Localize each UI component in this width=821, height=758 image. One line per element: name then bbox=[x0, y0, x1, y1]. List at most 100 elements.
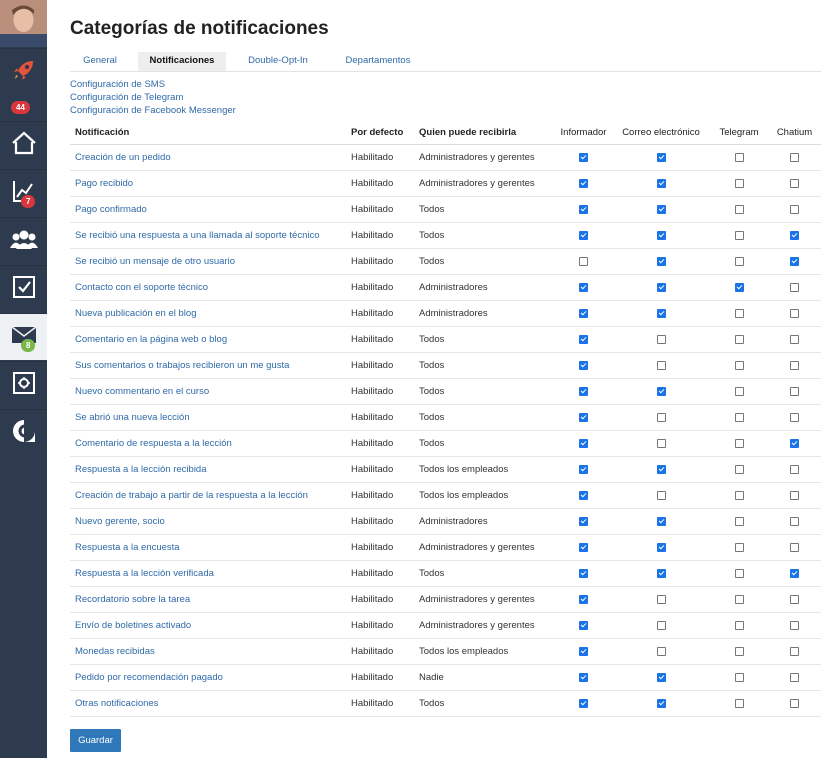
chatium-checkbox[interactable] bbox=[790, 282, 799, 292]
informer-checkbox[interactable] bbox=[579, 646, 588, 656]
informer-checkbox[interactable] bbox=[579, 516, 588, 526]
chatium-checkbox[interactable] bbox=[790, 178, 799, 188]
informer-checkbox[interactable] bbox=[579, 386, 588, 396]
tab-departments[interactable]: Departamentos bbox=[332, 52, 424, 71]
telegram-checkbox[interactable] bbox=[734, 386, 744, 396]
tab-general[interactable]: General bbox=[75, 52, 125, 71]
telegram-checkbox[interactable] bbox=[734, 308, 744, 318]
sidebar-item-tasks[interactable] bbox=[0, 265, 47, 312]
notification-name[interactable]: Se abrió una nueva lección bbox=[70, 404, 346, 431]
telegram-checkbox[interactable] bbox=[734, 620, 744, 630]
sms-config-link[interactable]: Configuración de SMS bbox=[70, 79, 165, 90]
email-checkbox[interactable] bbox=[656, 516, 666, 526]
informer-checkbox[interactable] bbox=[579, 542, 588, 552]
chatium-checkbox[interactable] bbox=[790, 490, 799, 500]
telegram-checkbox[interactable] bbox=[734, 230, 744, 240]
email-checkbox[interactable] bbox=[656, 568, 666, 578]
telegram-checkbox[interactable] bbox=[734, 490, 744, 500]
chatium-checkbox[interactable] bbox=[790, 230, 799, 240]
notification-name[interactable]: Respuesta a la lección verificada bbox=[70, 560, 346, 587]
chatium-checkbox[interactable] bbox=[790, 438, 799, 448]
chatium-checkbox[interactable] bbox=[790, 256, 799, 266]
chatium-checkbox[interactable] bbox=[790, 620, 799, 630]
informer-checkbox[interactable] bbox=[579, 152, 588, 162]
email-checkbox[interactable] bbox=[656, 360, 666, 370]
email-checkbox[interactable] bbox=[656, 386, 666, 396]
informer-checkbox[interactable] bbox=[579, 230, 588, 240]
informer-checkbox[interactable] bbox=[579, 256, 588, 266]
informer-checkbox[interactable] bbox=[579, 594, 588, 604]
telegram-checkbox[interactable] bbox=[734, 256, 744, 266]
email-checkbox[interactable] bbox=[656, 620, 666, 630]
telegram-checkbox[interactable] bbox=[734, 204, 744, 214]
user-avatar[interactable] bbox=[0, 0, 47, 47]
chatium-checkbox[interactable] bbox=[790, 386, 799, 396]
informer-checkbox[interactable] bbox=[579, 282, 588, 292]
chatium-checkbox[interactable] bbox=[790, 204, 799, 214]
telegram-checkbox[interactable] bbox=[734, 464, 744, 474]
notification-name[interactable]: Pago recibido bbox=[70, 170, 346, 197]
informer-checkbox[interactable] bbox=[579, 672, 588, 682]
chatium-checkbox[interactable] bbox=[790, 542, 799, 552]
informer-checkbox[interactable] bbox=[579, 204, 588, 214]
notification-name[interactable]: Comentario de respuesta a la lección bbox=[70, 430, 346, 457]
informer-checkbox[interactable] bbox=[579, 334, 588, 344]
email-checkbox[interactable] bbox=[656, 178, 666, 188]
email-checkbox[interactable] bbox=[656, 490, 666, 500]
email-checkbox[interactable] bbox=[656, 412, 666, 422]
chatium-checkbox[interactable] bbox=[790, 568, 799, 578]
informer-checkbox[interactable] bbox=[579, 438, 588, 448]
sidebar-item-users[interactable] bbox=[0, 217, 47, 264]
informer-checkbox[interactable] bbox=[579, 412, 588, 422]
email-checkbox[interactable] bbox=[656, 594, 666, 604]
notification-name[interactable]: Creación de trabajo a partir de la respu… bbox=[70, 482, 346, 509]
notification-name[interactable]: Sus comentarios o trabajos recibieron un… bbox=[70, 352, 346, 379]
informer-checkbox[interactable] bbox=[579, 568, 588, 578]
email-checkbox[interactable] bbox=[656, 204, 666, 214]
email-checkbox[interactable] bbox=[656, 438, 666, 448]
sidebar-item-safe[interactable] bbox=[0, 361, 47, 408]
notification-name[interactable]: Contacto con el soporte técnico bbox=[70, 274, 346, 301]
telegram-checkbox[interactable] bbox=[734, 594, 744, 604]
sidebar-item-chatium[interactable] bbox=[0, 409, 47, 456]
informer-checkbox[interactable] bbox=[579, 360, 588, 370]
telegram-checkbox[interactable] bbox=[734, 672, 744, 682]
notification-name[interactable]: Pedido por recomendación pagado bbox=[70, 664, 346, 691]
notification-name[interactable]: Envío de boletines activado bbox=[70, 612, 346, 639]
telegram-config-link[interactable]: Configuración de Telegram bbox=[70, 92, 183, 103]
informer-checkbox[interactable] bbox=[579, 620, 588, 630]
notification-name[interactable]: Respuesta a la lección recibida bbox=[70, 456, 346, 483]
telegram-checkbox[interactable] bbox=[734, 360, 744, 370]
telegram-checkbox[interactable] bbox=[734, 152, 744, 162]
notification-name[interactable]: Recordatorio sobre la tarea bbox=[70, 586, 346, 613]
informer-checkbox[interactable] bbox=[579, 698, 588, 708]
notification-name[interactable]: Creación de un pedido bbox=[70, 144, 346, 171]
notification-name[interactable]: Comentario en la página web o blog bbox=[70, 326, 346, 353]
telegram-checkbox[interactable] bbox=[734, 412, 744, 422]
informer-checkbox[interactable] bbox=[579, 464, 588, 474]
sidebar-item-stats[interactable] bbox=[0, 169, 47, 216]
telegram-checkbox[interactable] bbox=[734, 646, 744, 656]
email-checkbox[interactable] bbox=[656, 672, 666, 682]
chatium-checkbox[interactable] bbox=[790, 516, 799, 526]
notification-name[interactable]: Respuesta a la encuesta bbox=[70, 534, 346, 561]
email-checkbox[interactable] bbox=[656, 334, 666, 344]
notification-name[interactable]: Nueva publicación en el blog bbox=[70, 300, 346, 327]
informer-checkbox[interactable] bbox=[579, 490, 588, 500]
email-checkbox[interactable] bbox=[656, 308, 666, 318]
tab-double-opt-in[interactable]: Double-Opt-In bbox=[240, 52, 316, 71]
telegram-checkbox[interactable] bbox=[734, 178, 744, 188]
notification-name[interactable]: Otras notificaciones bbox=[70, 690, 346, 717]
email-checkbox[interactable] bbox=[656, 646, 666, 656]
chatium-checkbox[interactable] bbox=[790, 412, 799, 422]
chatium-checkbox[interactable] bbox=[790, 334, 799, 344]
messenger-config-link[interactable]: Configuración de Facebook Messenger bbox=[70, 105, 236, 116]
notification-name[interactable]: Nuevo gerente, socio bbox=[70, 508, 346, 535]
email-checkbox[interactable] bbox=[656, 542, 666, 552]
email-checkbox[interactable] bbox=[656, 152, 666, 162]
chatium-checkbox[interactable] bbox=[790, 698, 799, 708]
notification-name[interactable]: Se recibió una respuesta a una llamada a… bbox=[70, 222, 346, 249]
telegram-checkbox[interactable] bbox=[734, 438, 744, 448]
telegram-checkbox[interactable] bbox=[734, 698, 744, 708]
email-checkbox[interactable] bbox=[656, 698, 666, 708]
